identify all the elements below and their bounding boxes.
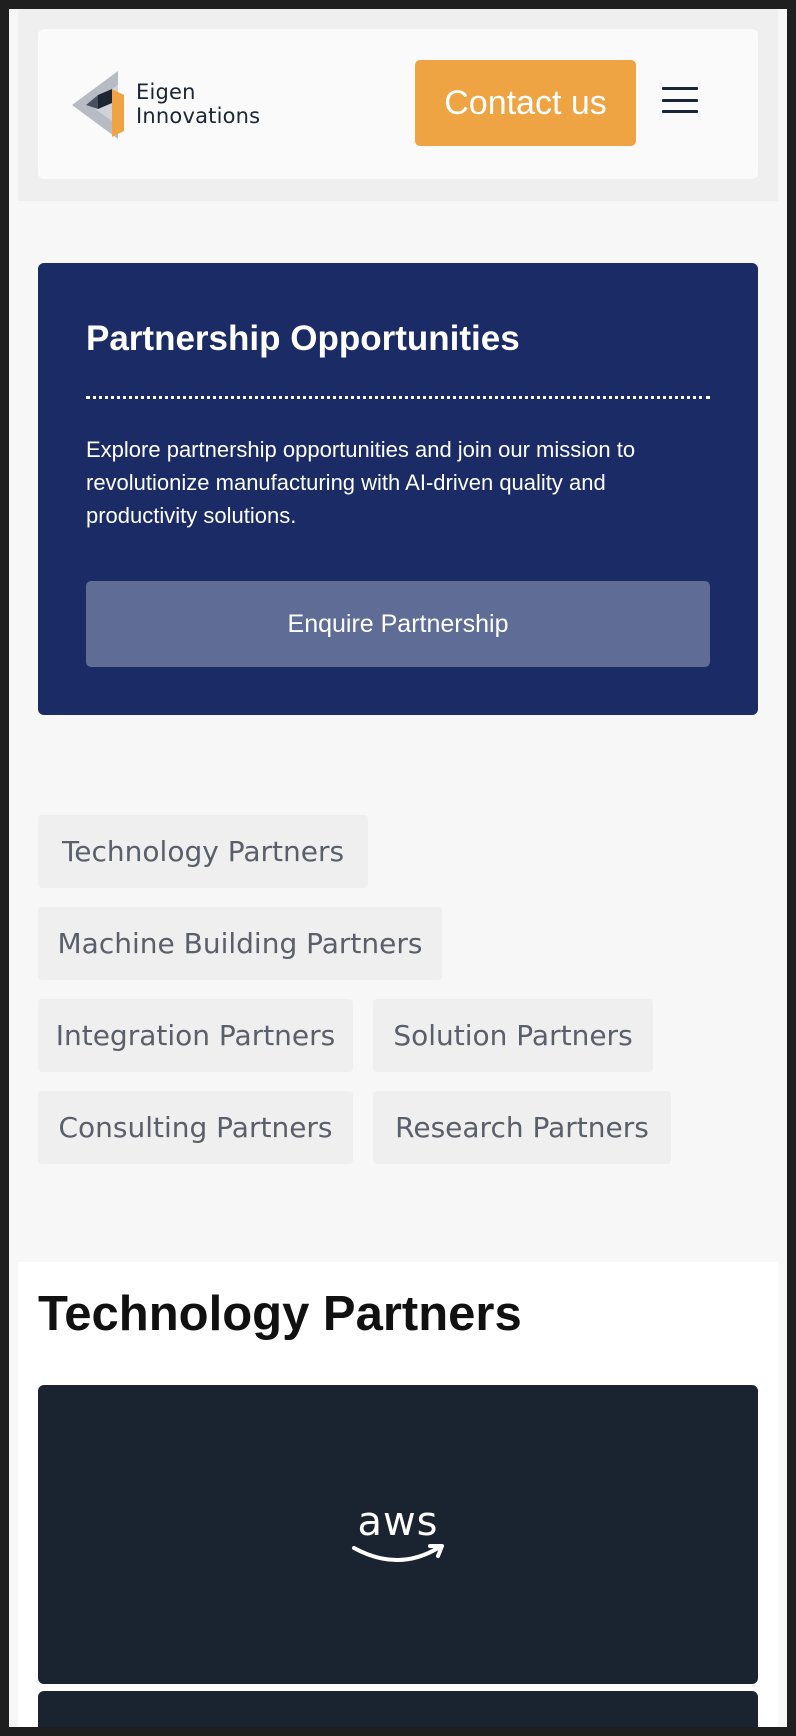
- header-card: Eigen Innovations Contact us: [38, 29, 758, 179]
- chip-technology-partners[interactable]: Technology Partners: [38, 815, 368, 888]
- chip-integration-partners[interactable]: Integration Partners: [38, 999, 353, 1072]
- partner-logo-card[interactable]: [38, 1691, 758, 1727]
- page-viewport: Eigen Innovations Contact us Partnership…: [9, 9, 787, 1727]
- chip-machine-building-partners[interactable]: Machine Building Partners: [38, 907, 442, 980]
- site-header: Eigen Innovations Contact us: [18, 9, 778, 201]
- aws-logo-icon: aws: [348, 1502, 448, 1568]
- chip-solution-partners[interactable]: Solution Partners: [373, 999, 653, 1072]
- site-logo[interactable]: Eigen Innovations: [68, 69, 288, 139]
- chip-consulting-partners[interactable]: Consulting Partners: [38, 1091, 353, 1164]
- partnership-description: Explore partnership opportunities and jo…: [86, 437, 636, 528]
- section-title: Technology Partners: [38, 1287, 522, 1341]
- technology-partners-section: Technology Partners aws: [18, 1262, 778, 1727]
- hamburger-menu-icon[interactable]: [662, 87, 698, 113]
- partner-logo-card[interactable]: aws: [38, 1385, 758, 1684]
- menu-bar: [662, 87, 698, 90]
- menu-bar: [662, 98, 698, 102]
- menu-bar: [662, 110, 698, 113]
- aws-logo-text: aws: [357, 1498, 439, 1545]
- partnership-card: Partnership Opportunities Explore partne…: [38, 263, 758, 715]
- aws-smile-icon: [352, 1543, 444, 1562]
- logo-line-2: Innovations: [136, 104, 261, 128]
- partnership-title: Partnership Opportunities: [86, 319, 520, 358]
- dotted-divider: [86, 396, 710, 399]
- logo-wordmark: Eigen Innovations: [136, 80, 260, 128]
- eigen-logo-icon: [72, 71, 124, 139]
- enquire-partnership-button[interactable]: Enquire Partnership: [86, 581, 710, 667]
- chip-research-partners[interactable]: Research Partners: [373, 1091, 671, 1164]
- contact-us-button[interactable]: Contact us: [415, 60, 636, 146]
- logo-line-1: Eigen: [136, 80, 196, 104]
